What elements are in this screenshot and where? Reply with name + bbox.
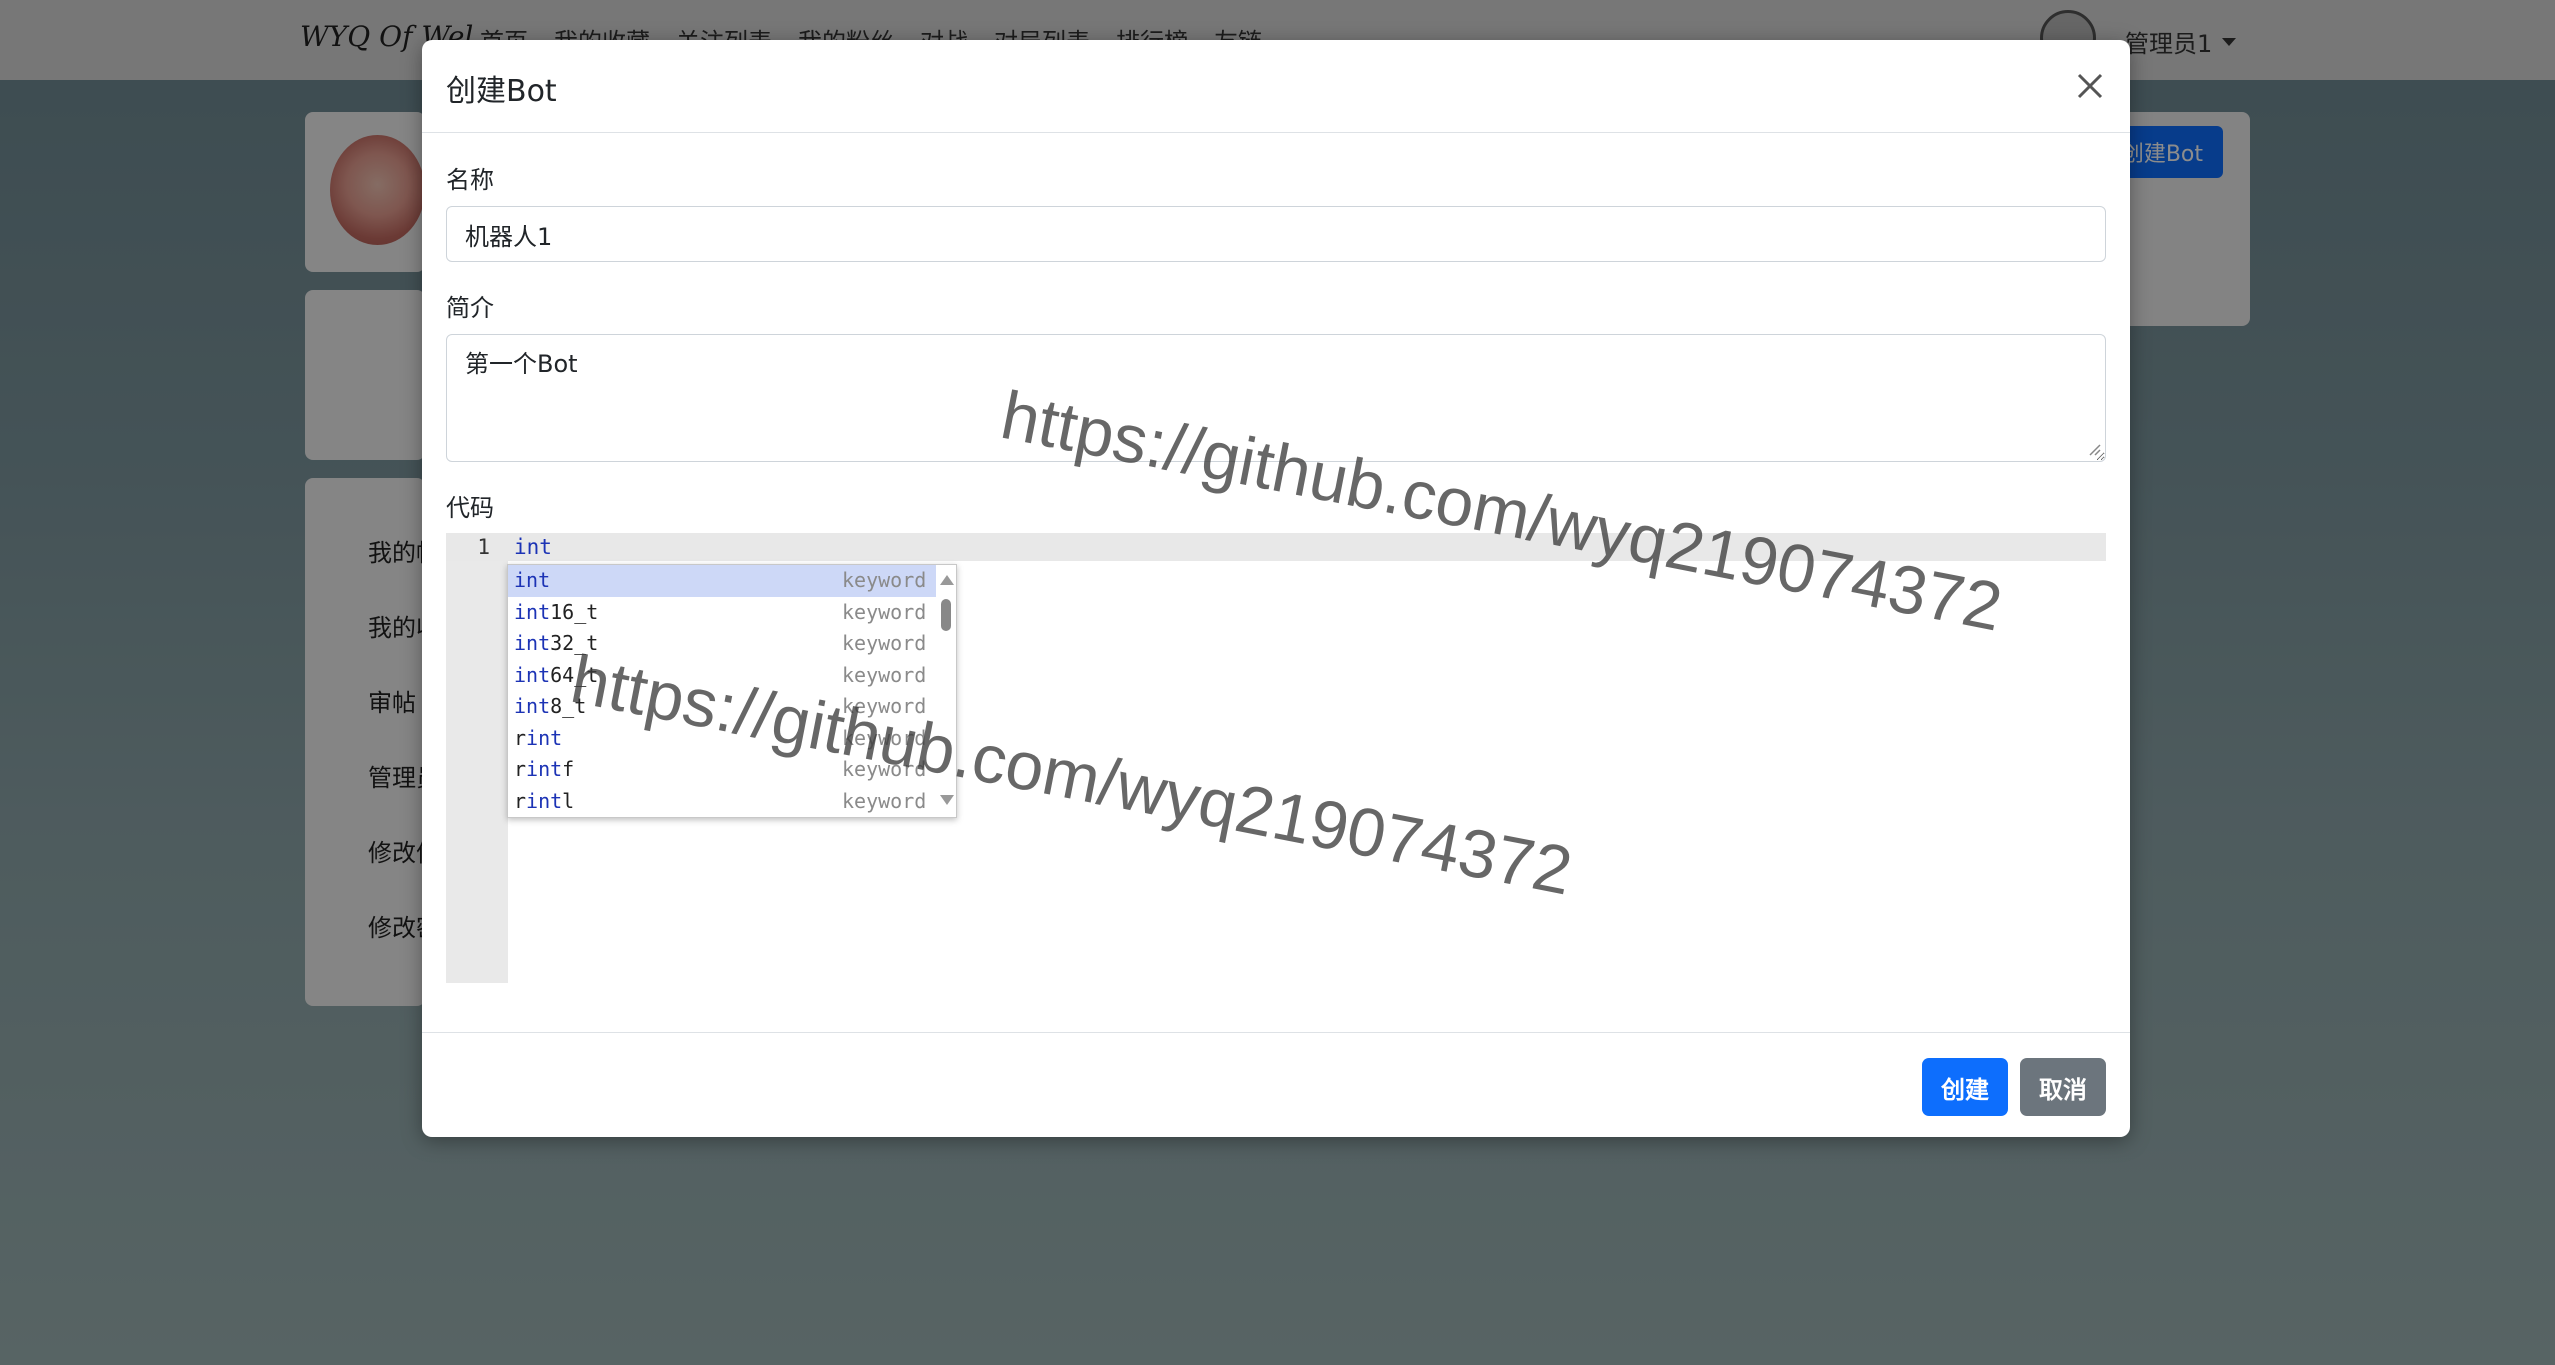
description-label: 简介 bbox=[446, 294, 494, 322]
modal-title: 创建Bot bbox=[446, 74, 557, 109]
editor-gutter bbox=[446, 533, 508, 983]
autocomplete-item[interactable]: int keyword bbox=[508, 565, 956, 597]
autocomplete-item[interactable]: rintl keyword bbox=[508, 786, 956, 818]
modal-header: 创建Bot bbox=[422, 40, 2130, 133]
autocomplete-item-label: int16_t bbox=[514, 597, 598, 629]
autocomplete-item[interactable]: int32_t keyword bbox=[508, 628, 956, 660]
autocomplete-kind: keyword bbox=[842, 788, 927, 813]
code-line[interactable]: int bbox=[514, 533, 552, 561]
autocomplete-kind: keyword bbox=[842, 599, 927, 624]
autocomplete-prefix: r bbox=[514, 757, 527, 781]
close-icon bbox=[2077, 73, 2103, 99]
autocomplete-match: int bbox=[526, 725, 563, 750]
autocomplete-match: int bbox=[514, 631, 551, 655]
autocomplete-kind: keyword bbox=[842, 662, 927, 687]
autocomplete-prefix: r bbox=[514, 725, 527, 750]
close-button[interactable] bbox=[2072, 68, 2108, 104]
autocomplete-kind: keyword bbox=[842, 631, 927, 655]
modal-footer bbox=[422, 1032, 2130, 1138]
autocomplete-match: int bbox=[514, 662, 551, 687]
scroll-down-icon[interactable] bbox=[940, 795, 954, 805]
line-number: 1 bbox=[477, 535, 490, 559]
autocomplete-prefix: r bbox=[514, 788, 527, 813]
resize-grip-icon[interactable] bbox=[2087, 442, 2101, 456]
name-label: 名称 bbox=[446, 166, 494, 194]
autocomplete-match: int bbox=[526, 788, 563, 813]
scrollbar-thumb[interactable] bbox=[941, 599, 951, 631]
autocomplete-match: int bbox=[526, 757, 563, 781]
autocomplete-item-label: int bbox=[514, 565, 550, 597]
autocomplete-match: int bbox=[514, 694, 551, 718]
autocomplete-match: int bbox=[514, 568, 551, 592]
create-button[interactable]: 创建 bbox=[1922, 1058, 2008, 1116]
code-label: 代码 bbox=[446, 494, 494, 522]
autocomplete-rest: f bbox=[562, 757, 575, 781]
autocomplete-item-label: rintf bbox=[514, 754, 574, 786]
autocomplete-item-label: rint bbox=[514, 723, 562, 755]
autocomplete-match: int bbox=[514, 599, 551, 624]
autocomplete-item-label: rintl bbox=[514, 786, 574, 818]
name-input[interactable] bbox=[446, 206, 2106, 262]
scroll-up-icon[interactable] bbox=[940, 575, 954, 585]
cancel-button[interactable]: 取消 bbox=[2020, 1058, 2106, 1116]
autocomplete-kind: keyword bbox=[842, 568, 927, 592]
autocomplete-rest: l bbox=[562, 788, 575, 813]
autocomplete-rest: 16_t bbox=[550, 599, 599, 624]
autocomplete-item[interactable]: int16_t keyword bbox=[508, 597, 956, 629]
